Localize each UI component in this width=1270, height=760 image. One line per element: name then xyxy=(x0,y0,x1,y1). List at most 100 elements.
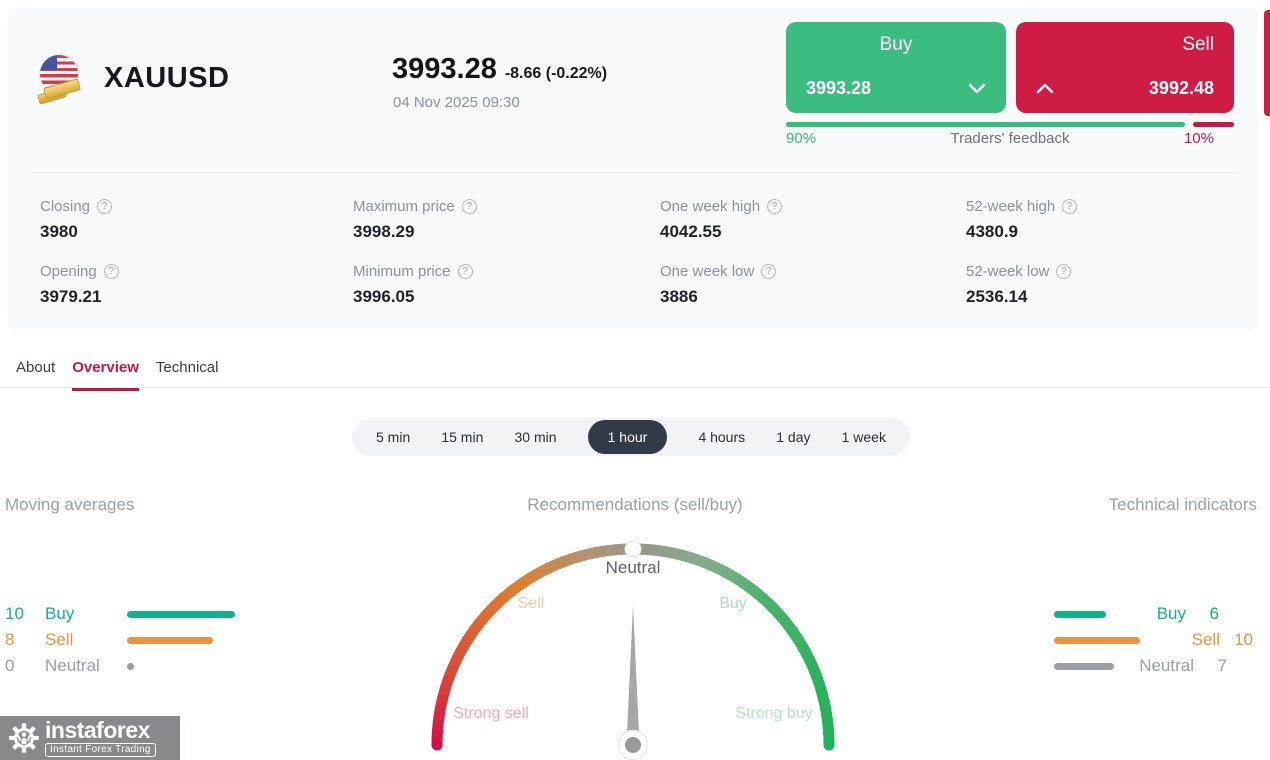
stat-closing: Closing? 3980 xyxy=(40,188,353,253)
gauge-label-strong-sell: Strong sell xyxy=(453,705,529,722)
buy-button[interactable]: Buy 3993.28 xyxy=(786,22,1006,113)
stat-label-text: One week low xyxy=(660,263,755,280)
timeframe-30-min[interactable]: 30 min xyxy=(514,429,556,445)
signal-count: 0 xyxy=(5,656,15,675)
signal-count: 10 xyxy=(5,604,24,623)
tab-overview[interactable]: Overview xyxy=(72,357,139,391)
moving-averages-summary: 10 Buy 8 Sell 0 Neutral xyxy=(5,601,235,679)
recommendations-gauge: Neutral Sell Buy Strong sell Strong buy xyxy=(398,535,868,760)
chevron-down-icon[interactable] xyxy=(968,83,986,94)
stat-label-text: Maximum price xyxy=(353,198,455,215)
stat-label-text: 52-week low xyxy=(966,263,1050,280)
stat-value: 4042.55 xyxy=(660,222,722,241)
signal-label: Sell xyxy=(45,630,74,649)
feedback-label: Traders' feedback xyxy=(950,130,1070,147)
stat-value: 3998.29 xyxy=(353,222,415,241)
help-icon[interactable]: ? xyxy=(457,264,473,279)
stat-value: 3979.21 xyxy=(40,287,102,306)
sell-signal-row: 8 Sell xyxy=(5,627,235,653)
stat-52-week-low: 52-week low? 2536.14 xyxy=(966,253,1246,318)
watermark-tagline: Instant Forex Trading xyxy=(45,743,156,757)
recommendations-title: Recommendations (sell/buy) xyxy=(527,495,743,514)
gauge-label-buy: Buy xyxy=(719,595,747,612)
price-line: 3993.28 -8.66 (-0.22%) xyxy=(392,53,607,86)
feedback-bar-buy xyxy=(786,122,1185,127)
tab-bar: About Overview Technical xyxy=(16,357,218,391)
signal-count: 7 xyxy=(1217,656,1227,675)
tab-bar-border xyxy=(0,387,1270,388)
xauusd-instrument-icon xyxy=(37,55,82,105)
chevron-up-icon[interactable] xyxy=(1036,83,1054,94)
help-icon[interactable]: ? xyxy=(461,199,477,214)
technical-indicators-summary: Buy 6 Sell 10 Neutral 7 xyxy=(1054,601,1253,679)
stat-minimum-price: Minimum price? 3996.05 xyxy=(353,253,660,318)
buy-signal-row: 10 Buy xyxy=(5,601,235,627)
stat-label: Closing? xyxy=(40,198,353,215)
timeframe-1-day[interactable]: 1 day xyxy=(776,429,810,445)
stat-label: 52-week high? xyxy=(966,198,1246,215)
sell-button[interactable]: Sell 3992.48 xyxy=(1016,22,1234,113)
stat-label: One week high? xyxy=(660,198,966,215)
help-icon[interactable]: ? xyxy=(767,199,783,214)
signal-count: 10 xyxy=(1234,630,1253,649)
sell-signal-row: Sell 10 xyxy=(1054,627,1253,653)
stat-label: Minimum price? xyxy=(353,263,660,280)
stat-label: Opening? xyxy=(40,263,353,280)
instaforex-watermark: instaforex Instant Forex Trading xyxy=(0,716,180,760)
buy-price: 3993.28 xyxy=(806,78,872,98)
help-icon[interactable]: ? xyxy=(1056,264,1072,279)
stat-one-week-low: One week low? 3886 xyxy=(660,253,966,318)
current-price: 3993.28 xyxy=(392,53,497,85)
gauge-label-neutral: Neutral xyxy=(605,558,661,577)
stat-value: 3886 xyxy=(660,287,698,306)
help-icon[interactable]: ? xyxy=(97,199,113,214)
stat-label-text: One week high xyxy=(660,198,761,215)
timeframe-1-hour[interactable]: 1 hour xyxy=(587,420,668,454)
feedback-sell-percent: 10% xyxy=(1183,130,1214,147)
timeframe-4-hours[interactable]: 4 hours xyxy=(698,429,745,445)
card-divider xyxy=(32,172,1234,173)
signal-label: Sell xyxy=(1191,630,1220,649)
watermark-brand: instaforex xyxy=(45,717,150,743)
quote-card: XAUUSD 3993.28 -8.66 (-0.22%) 04 Nov 2025… xyxy=(8,8,1258,330)
timeframe-5-min[interactable]: 5 min xyxy=(376,429,410,445)
help-icon[interactable]: ? xyxy=(1062,199,1078,214)
signal-label: Buy xyxy=(45,604,75,623)
feedback-bar-sell xyxy=(1193,122,1234,127)
signal-bar xyxy=(1054,636,1140,644)
timeframe-selector: 5 min 15 min 30 min 1 hour 4 hours 1 day 1 wee… xyxy=(352,418,910,456)
instrument-symbol: XAUUSD xyxy=(104,62,230,94)
neutral-signal-row: 0 Neutral xyxy=(5,653,235,679)
tab-about[interactable]: About xyxy=(16,357,55,391)
signal-bar xyxy=(127,662,134,670)
help-icon[interactable]: ? xyxy=(761,264,777,279)
stat-value: 3980 xyxy=(40,222,78,241)
stat-value: 2536.14 xyxy=(966,287,1028,306)
technical-indicators-title: Technical indicators xyxy=(1108,495,1257,514)
stat-label-text: Closing xyxy=(40,198,91,215)
instaforex-xauusd-widget: XAUUSD 3993.28 -8.66 (-0.22%) 04 Nov 2025… xyxy=(0,0,1270,760)
signal-count: 8 xyxy=(5,630,15,649)
signal-bar xyxy=(127,610,235,618)
buy-button-label: Buy xyxy=(879,34,913,55)
stat-label: 52-week low? xyxy=(966,263,1246,280)
price-change: -8.66 (-0.22%) xyxy=(504,65,608,82)
signal-count: 6 xyxy=(1209,604,1219,623)
stat-value: 4380.9 xyxy=(966,222,1018,241)
buy-signal-row: Buy 6 xyxy=(1054,601,1253,627)
signal-bar xyxy=(127,636,213,644)
stat-opening: Opening? 3979.21 xyxy=(40,253,353,318)
quote-datetime: 04 Nov 2025 09:30 xyxy=(393,94,520,111)
instaforex-gear-logo-icon xyxy=(9,723,39,753)
stat-one-week-high: One week high? 4042.55 xyxy=(660,188,966,253)
signal-label: Neutral xyxy=(1139,656,1194,675)
stat-label: One week low? xyxy=(660,263,966,280)
sell-button-label: Sell xyxy=(1182,34,1214,55)
help-icon[interactable]: ? xyxy=(103,264,119,279)
timeframe-15-min[interactable]: 15 min xyxy=(441,429,483,445)
stat-label-text: Minimum price xyxy=(353,263,451,280)
timeframe-1-week[interactable]: 1 week xyxy=(842,429,886,445)
tab-technical[interactable]: Technical xyxy=(156,357,219,391)
signal-bar xyxy=(1054,610,1106,618)
gauge-label-sell: Sell xyxy=(517,595,545,612)
